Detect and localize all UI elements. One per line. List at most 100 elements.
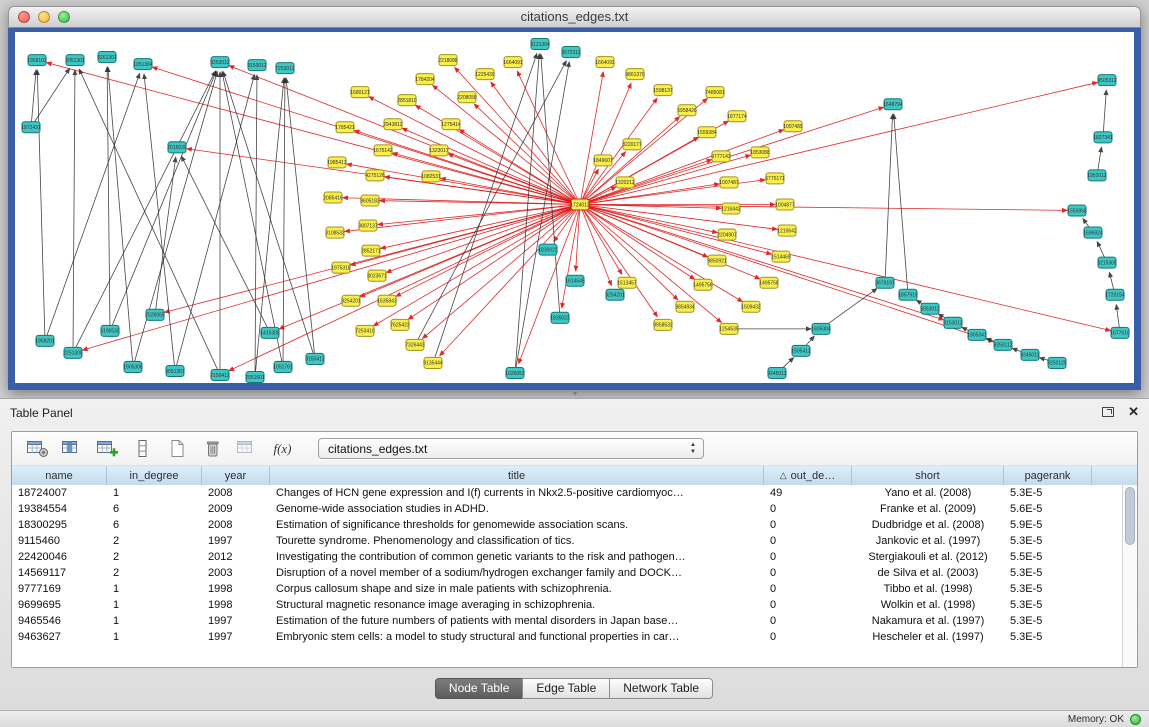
column-header-title[interactable]: title	[270, 466, 764, 485]
graph-node[interactable]: 8121304	[530, 39, 550, 50]
graph-node[interactable]: 9254201	[605, 289, 625, 300]
network-table-select[interactable]: citations_edges.txt ▲▼	[318, 438, 704, 459]
graph-node[interactable]: 1007487	[719, 177, 739, 188]
graph-node[interactable]: 1784204	[415, 74, 435, 85]
graph-node[interactable]: 2851810	[397, 95, 417, 106]
graph-node[interactable]: 1320212	[615, 177, 635, 188]
column-settings-icon[interactable]	[24, 436, 51, 461]
graph-node[interactable]: 1720154	[1105, 289, 1125, 300]
graph-node[interactable]: 1635843	[377, 295, 397, 306]
graph-node[interactable]: 9505312	[1097, 75, 1117, 86]
splitter-handle-icon[interactable]: ▾	[568, 390, 582, 398]
close-window-button[interactable]	[18, 11, 30, 23]
graph-node[interactable]: 1004877	[775, 199, 795, 210]
vertical-scrollbar[interactable]	[1122, 485, 1137, 667]
graph-node[interactable]: 1877174	[727, 111, 747, 122]
graph-node[interactable]: 2251305	[63, 347, 83, 358]
graph-node[interactable]: 1275414	[441, 119, 461, 130]
graph-node[interactable]: 1323017	[429, 145, 449, 156]
graph-node[interactable]: 1051304	[133, 59, 153, 70]
graph-node[interactable]: 9245013	[767, 367, 787, 378]
create-column-icon[interactable]	[94, 436, 121, 461]
graph-node[interactable]: 1598137	[653, 85, 673, 96]
graph-node[interactable]: 1958102	[27, 55, 47, 66]
graph-node[interactable]: 1509432	[741, 301, 761, 312]
tab-node-table[interactable]: Node Table	[435, 678, 524, 699]
graph-node[interactable]: 1254535	[719, 323, 739, 334]
graph-node[interactable]: 9135444	[423, 357, 443, 368]
graph-node[interactable]: 1553958	[1067, 205, 1087, 216]
graph-node[interactable]: 1216442	[721, 203, 741, 214]
graph-node[interactable]: 9958532	[653, 319, 673, 330]
window-titlebar[interactable]: citations_edges.txt	[8, 6, 1141, 28]
table-row[interactable]: 1872400712008Changes of HCN gene express…	[12, 485, 1122, 501]
network-canvas[interactable]: 1724012221808817842042851810294381216751…	[15, 32, 1134, 383]
graph-node[interactable]: 1849607	[593, 155, 613, 166]
graph-node[interactable]: 1827341	[1093, 132, 1113, 143]
graph-node[interactable]: 9777143	[711, 151, 731, 162]
graph-node[interactable]: 1905341	[967, 329, 987, 340]
scrollbar-thumb[interactable]	[1125, 487, 1135, 545]
graph-node[interactable]: 1605304	[811, 323, 831, 334]
graph-node[interactable]: 1958201	[35, 335, 55, 346]
graph-node[interactable]: 9250112	[993, 339, 1012, 350]
graph-node[interactable]: 1097489	[783, 121, 803, 132]
graph-node[interactable]: 1835023	[550, 312, 570, 323]
column-header-short[interactable]: short	[852, 466, 1004, 485]
graph-node[interactable]: 8254201	[341, 295, 361, 306]
table-row[interactable]: 969969511998Structural magnetic resonanc…	[12, 597, 1122, 613]
graph-node[interactable]: 2943812	[383, 119, 403, 130]
graph-node[interactable]: 9153012	[247, 60, 267, 71]
graph-node[interactable]: 1696924	[1083, 227, 1103, 238]
column-header-pagerank[interactable]: pagerank	[1004, 466, 1092, 485]
graph-node[interactable]: 1210642	[777, 225, 797, 236]
table-row[interactable]: 911546021997Tourette syndrome. Phenomeno…	[12, 533, 1122, 549]
graph-node[interactable]: 4275126	[365, 170, 385, 181]
graph-node[interactable]: 9051307	[165, 365, 185, 376]
graph-node[interactable]: 1867919	[898, 289, 918, 300]
graph-node[interactable]: 1680121	[350, 87, 370, 98]
graph-node[interactable]: 8153013	[943, 317, 963, 328]
new-table-icon[interactable]	[164, 436, 191, 461]
graph-node[interactable]: 1830022	[538, 244, 558, 255]
table-row[interactable]: 946554611997Estimation of the future num…	[12, 613, 1122, 629]
graph-node[interactable]: 1559284	[697, 127, 717, 138]
graph-node[interactable]: 2208058	[457, 92, 477, 103]
graph-node[interactable]: 8605183	[360, 195, 380, 206]
graph-node[interactable]: 9053012	[920, 303, 940, 314]
table-row[interactable]: 2242004622012Investigating the contribut…	[12, 549, 1122, 565]
graph-node[interactable]: 1872431	[21, 122, 41, 133]
graph-node[interactable]: 3807137	[358, 220, 378, 231]
graph-node[interactable]: 8261301	[97, 52, 117, 63]
graph-node[interactable]: 2526065	[145, 309, 165, 320]
graph-node[interactable]: 1724012	[570, 199, 590, 210]
graph-node[interactable]: 2016030	[167, 142, 187, 153]
function-builder-icon[interactable]: f(x)	[269, 436, 296, 461]
show-columns-icon[interactable]	[59, 436, 86, 461]
graph-node[interactable]: 1513457	[617, 277, 637, 288]
graph-node[interactable]: 1614545	[565, 275, 585, 286]
graph-node[interactable]: 1495756	[693, 279, 713, 290]
graph-node[interactable]: 1225439	[475, 69, 495, 80]
column-header-year[interactable]: year	[202, 466, 270, 485]
table-row[interactable]: 1830029562008Estimation of significance …	[12, 517, 1122, 533]
graph-node[interactable]: 8253012	[210, 57, 230, 68]
graph-node[interactable]: 2204907	[717, 229, 737, 240]
graph-node[interactable]: 9850921	[707, 255, 727, 266]
graph-node[interactable]: 1051761	[273, 361, 293, 372]
graph-node[interactable]: 1664091	[503, 57, 523, 68]
column-header-out_de[interactable]: △out_de…	[764, 466, 852, 485]
graph-node[interactable]: 1785421	[335, 122, 355, 133]
graph-node[interactable]: 1082531	[421, 171, 441, 182]
graph-node[interactable]: 1505413	[791, 345, 811, 356]
graph-node[interactable]: 3108532	[325, 227, 345, 238]
graph-node[interactable]: 7326443	[405, 339, 425, 350]
graph-node[interactable]: 7625423	[390, 319, 410, 330]
close-panel-icon[interactable]: ✕	[1128, 405, 1139, 418]
graph-node[interactable]: 1985413	[327, 157, 347, 168]
graph-node[interactable]: 1952012	[1087, 170, 1107, 181]
graph-node[interactable]: 1514469	[771, 251, 791, 262]
graph-node[interactable]: 9854934	[675, 301, 695, 312]
graph-node[interactable]: 9150412	[305, 353, 325, 364]
graph-node[interactable]: 8220177	[622, 139, 642, 150]
